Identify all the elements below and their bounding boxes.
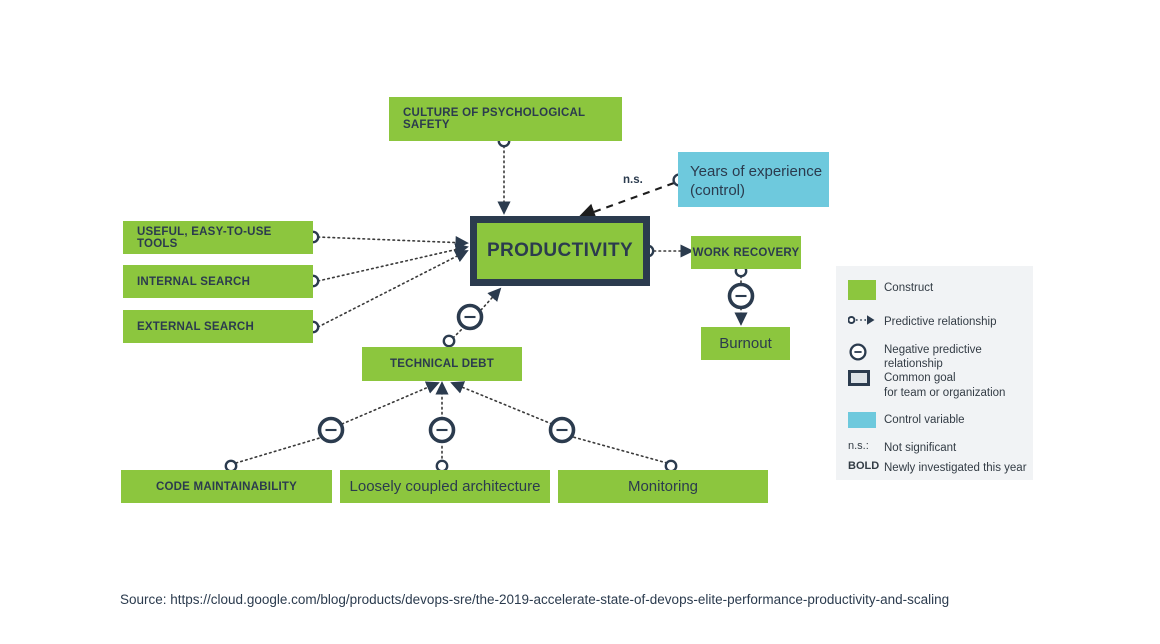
legend-label: Not significant [884, 442, 957, 454]
node-years-of-experience-control[interactable]: Years of experience (control) [678, 152, 829, 207]
node-label: INTERNAL SEARCH [137, 275, 251, 288]
node-label: PRODUCTIVITY [486, 240, 633, 261]
control-label-line2: (control) [690, 182, 746, 200]
legend-label: Negative predictive relationship [884, 344, 982, 371]
node-label: Monitoring [627, 478, 699, 495]
source-citation: Source: https://cloud.google.com/blog/pr… [120, 592, 950, 607]
legend-label: Common goal [884, 372, 956, 384]
goal-box-icon [848, 370, 884, 386]
legend-row-not-significant: n.s.: Not significant [848, 440, 1032, 455]
legend-row-control-variable: Control variable [848, 412, 1032, 428]
node-label: EXTERNAL SEARCH [137, 320, 254, 333]
legend-abbr: BOLD [848, 460, 880, 472]
node-external-search[interactable]: EXTERNAL SEARCH [123, 310, 313, 343]
node-productivity[interactable]: PRODUCTIVITY [470, 216, 650, 286]
node-label: CODE MAINTAINABILITY [155, 480, 298, 493]
legend-row-negative-predictive-relationship: Negative predictive relationship [848, 342, 1032, 372]
green-swatch-icon [848, 280, 884, 300]
node-internal-search[interactable]: INTERNAL SEARCH [123, 265, 313, 298]
blue-swatch-icon [848, 412, 884, 428]
node-label: Loosely coupled architecture [349, 478, 541, 495]
node-label: USEFUL, EASY-TO-USE TOOLS [137, 225, 272, 250]
not-significant-edge [577, 182, 675, 220]
predictive-edges [235, 145, 748, 464]
node-label: CULTURE OF PSYCHOLOGICAL SAFETY [403, 107, 586, 131]
node-burnout[interactable]: Burnout [701, 327, 790, 360]
node-monitoring[interactable]: Monitoring [558, 470, 768, 503]
legend-label-secondary: for team or organization [884, 387, 1006, 400]
legend-panel: Construct Predictive relationship Negati… [836, 266, 1033, 480]
diagram-canvas: CULTURE OF PSYCHOLOGICAL SAFETY USEFUL, … [0, 0, 1160, 644]
legend-label: Predictive relationship [884, 316, 997, 328]
legend-row-construct: Construct [848, 280, 1028, 300]
node-culture-of-psychological-safety[interactable]: CULTURE OF PSYCHOLOGICAL SAFETY [389, 97, 622, 141]
node-loosely-coupled-architecture[interactable]: Loosely coupled architecture [340, 470, 550, 503]
node-work-recovery[interactable]: WORK RECOVERY [691, 236, 801, 269]
legend-row-newly-investigated: BOLD Newly investigated this year [848, 460, 1036, 475]
control-label-line1: Years of experience [690, 163, 823, 180]
legend-label: Construct [884, 282, 934, 294]
node-label: Burnout [719, 335, 772, 352]
node-technical-debt[interactable]: TECHNICAL DEBT [362, 347, 522, 381]
legend-label: Control variable [884, 414, 965, 426]
node-label: TECHNICAL DEBT [390, 358, 494, 370]
legend-label-group: Common goal for team or organization [884, 370, 1005, 401]
legend-row-common-goal: Common goal for team or organization [848, 370, 1032, 401]
edge-origin-dots [224, 134, 748, 473]
negative-circle-icon [848, 342, 884, 362]
predictive-arrow-icon [848, 314, 884, 326]
legend-abbr: n.s.: [848, 440, 869, 452]
node-useful-easy-to-use-tools[interactable]: USEFUL, EASY-TO-USE TOOLS [123, 221, 313, 254]
legend-row-predictive-relationship: Predictive relationship [848, 314, 1030, 329]
ns-edge-label: n.s. [623, 174, 643, 186]
node-label: WORK RECOVERY [692, 246, 800, 259]
legend-label: Newly investigated this year [884, 462, 1027, 474]
node-code-maintainability[interactable]: CODE MAINTAINABILITY [121, 470, 332, 503]
